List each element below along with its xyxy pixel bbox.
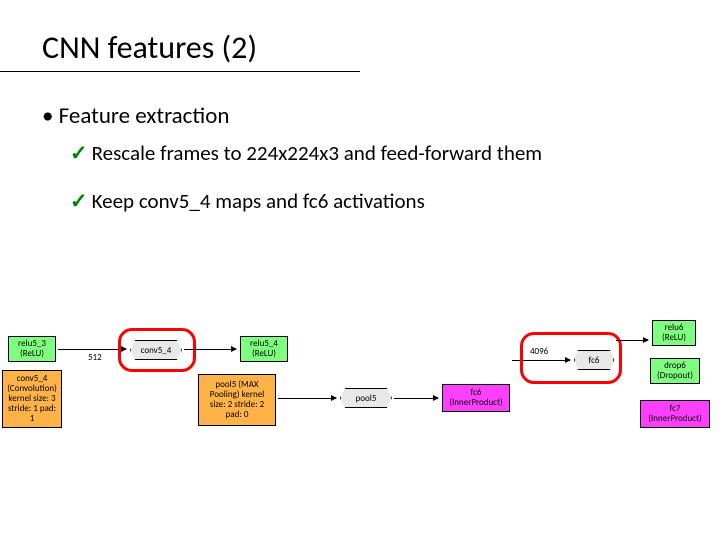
- highlight-conv5-4: [118, 328, 196, 372]
- node-fc6-detail: fc6 (InnerProduct): [442, 384, 510, 412]
- highlight-fc6: [520, 332, 622, 384]
- node-drop6: drop6 (Dropout): [650, 358, 700, 384]
- network-diagram: relu5_3 (ReLU) conv5_4 (Convolution) ker…: [0, 300, 720, 470]
- node-relu5-3: relu5_3 (ReLU): [8, 336, 56, 362]
- node-fc7: fc7 (InnerProduct): [640, 400, 710, 428]
- sub1-text: Rescale frames to 224x224x3 and feed-for…: [92, 140, 542, 166]
- arrow: [394, 398, 438, 399]
- content-area: • Feature extraction ✓Rescale frames to …: [0, 72, 720, 214]
- slide-title: CNN features (2): [0, 0, 360, 72]
- node-pool5: pool5: [340, 388, 392, 408]
- node-relu6: relu6 (ReLU): [652, 320, 696, 346]
- node-relu5-4: relu5_4 (ReLU): [240, 336, 288, 362]
- label-512: 512: [88, 352, 102, 363]
- check-icon: ✓: [70, 188, 88, 214]
- arrow: [616, 340, 648, 341]
- arrow: [278, 398, 336, 399]
- sub-bullet-1: ✓Rescale frames to 224x224x3 and feed-fo…: [42, 140, 720, 166]
- check-icon: ✓: [70, 140, 88, 166]
- arrow: [184, 349, 236, 350]
- bullet-main: • Feature extraction: [42, 102, 720, 130]
- node-conv5-4-detail: conv5_4 (Convolution) kernel size: 3 str…: [2, 370, 62, 428]
- bullet-text: Feature extraction: [59, 102, 230, 130]
- arrow: [58, 349, 126, 350]
- sub2-text: Keep conv5_4 maps and fc6 activations: [92, 188, 425, 214]
- sub-bullet-2: ✓Keep conv5_4 maps and fc6 activations: [42, 188, 720, 214]
- node-pool5-detail: pool5 (MAX Pooling) kernel size: 2 strid…: [198, 374, 276, 426]
